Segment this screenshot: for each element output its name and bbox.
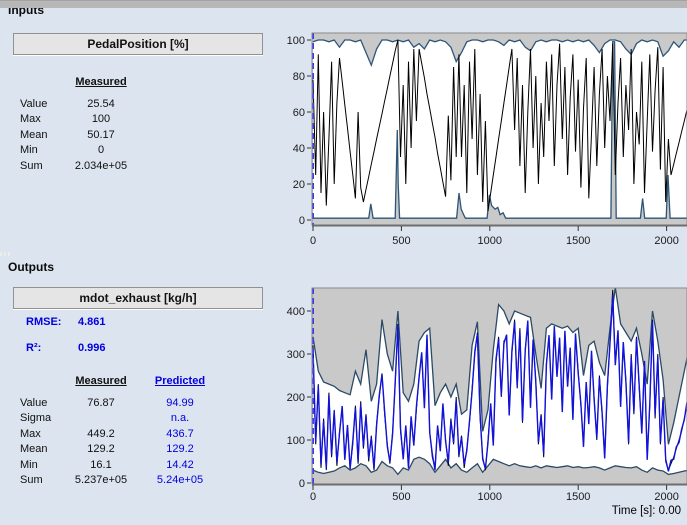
x-tick-label: 500 xyxy=(392,491,410,503)
inputs-measured-header: Measured xyxy=(64,76,138,88)
table-row: Value 76.87 94.99 xyxy=(20,395,222,411)
y-tick-label: 0 xyxy=(299,478,305,490)
table-row: Max 100 xyxy=(20,112,138,128)
table-row: Sigma n.a. xyxy=(20,411,222,427)
outputs-predicted-header: Predicted xyxy=(138,375,222,387)
y-tick-label: 20 xyxy=(293,179,305,191)
y-tick-label: 100 xyxy=(287,435,305,447)
y-tick-label: 40 xyxy=(293,143,305,155)
r2-value: 0.996 xyxy=(78,342,106,368)
table-row: Sum 5.237e+05 5.24e+05 xyxy=(20,473,222,489)
output-signal-selector[interactable]: mdot_exhaust [kg/h] xyxy=(13,287,263,309)
table-row: Mean 129.2 129.2 xyxy=(20,442,222,458)
table-row: Sum 2.034e+05 xyxy=(20,158,138,174)
y-tick-label: 0 xyxy=(299,215,305,227)
outputs-measured-header: Measured xyxy=(64,375,138,387)
x-tick-label: 1500 xyxy=(566,235,590,247)
x-tick-label: 500 xyxy=(392,235,410,247)
x-tick-label: 0 xyxy=(310,491,316,503)
table-row: Mean 50.17 xyxy=(20,127,138,143)
table-row: Max 449.2 436.7 xyxy=(20,426,222,442)
rmse-row: RMSE: 4.861 xyxy=(26,316,106,342)
y-tick-label: 300 xyxy=(287,349,305,361)
x-tick-label: 2000 xyxy=(654,491,678,503)
y-tick-label: 100 xyxy=(287,35,305,47)
metrics-block: RMSE: 4.861 R²: 0.996 xyxy=(26,316,106,368)
r2-row: R²: 0.996 xyxy=(26,342,106,368)
y-tick-label: 200 xyxy=(287,392,305,404)
output-signal-chart[interactable]: 0 500 1000 1500 2000 0 100 200 300 400 xyxy=(283,268,687,525)
r2-label: R²: xyxy=(26,342,78,368)
table-row: Value 25.54 xyxy=(20,96,138,112)
rmse-value: 4.861 xyxy=(78,316,106,342)
x-tick-label: 1000 xyxy=(478,491,502,503)
y-tick-label: 60 xyxy=(293,107,305,119)
input-signal-selector[interactable]: PedalPosition [%] xyxy=(13,33,263,55)
input-signal-name: PedalPosition [%] xyxy=(87,37,188,51)
horizontal-splitter[interactable] xyxy=(0,0,687,8)
table-row: Min 16.1 14.42 xyxy=(20,457,222,473)
rmse-label: RMSE: xyxy=(26,316,78,342)
time-cursor-readout: Time [s]: 0.00 xyxy=(545,505,681,517)
x-tick-label: 2000 xyxy=(654,235,678,247)
x-tick-label: 0 xyxy=(310,235,316,247)
splitter-grip-icon xyxy=(0,252,10,256)
outputs-stats-table: Measured Predicted Value 76.87 94.99 Sig… xyxy=(20,375,222,488)
table-row: Min 0 xyxy=(20,143,138,159)
x-tick-label: 1500 xyxy=(566,491,590,503)
outputs-panel-title: Outputs xyxy=(8,260,54,274)
output-signal-name: mdot_exhaust [kg/h] xyxy=(79,291,196,305)
inputs-stats-table: Measured Value 25.54 Max 100 Mean 50.17 … xyxy=(20,76,138,174)
x-tick-label: 1000 xyxy=(478,235,502,247)
input-signal-chart[interactable]: 0 500 1000 1500 2000 0 20 40 60 80 100 xyxy=(283,0,687,250)
y-tick-label: 80 xyxy=(293,71,305,83)
y-tick-label: 400 xyxy=(287,306,305,318)
